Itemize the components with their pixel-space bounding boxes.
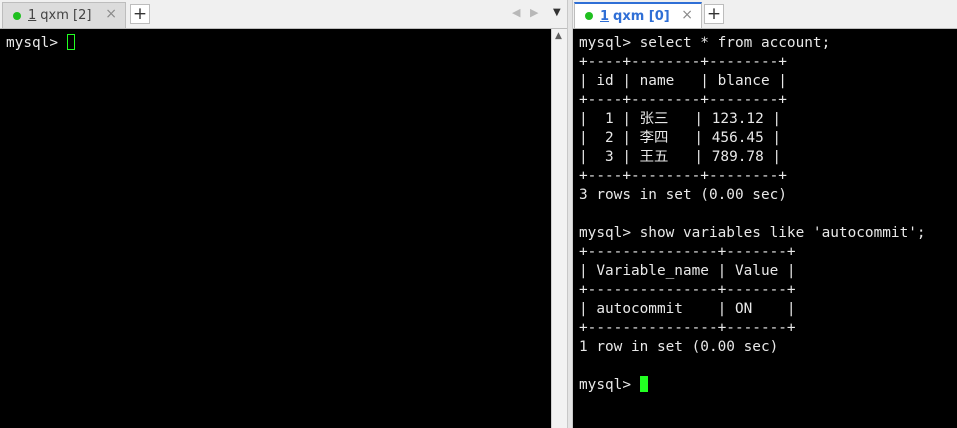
right-terminal-text: mysql> select * from account; +----+----…: [579, 34, 926, 395]
add-tab-button[interactable]: +: [130, 4, 150, 24]
tab-title: qxm [0]: [613, 8, 670, 24]
right-terminal-pane[interactable]: 1 qxm [0] × + mysql> select * from accou…: [573, 0, 957, 428]
tab-list-dropdown-icon[interactable]: ▼: [553, 7, 561, 18]
close-tab-icon[interactable]: ×: [105, 6, 117, 22]
left-terminal-area[interactable]: mysql>: [0, 29, 567, 428]
tab-qxm-2[interactable]: 1 qxm [2] ×: [2, 2, 126, 28]
terminal-cursor: [639, 376, 648, 392]
previous-tab-icon[interactable]: ◀: [512, 6, 520, 19]
tab-title: qxm [2]: [40, 8, 92, 23]
tab-qxm-0[interactable]: 1 qxm [0] ×: [574, 2, 702, 28]
terminal-output: mysql> select * from account; +----+----…: [579, 35, 926, 355]
tab-number: 1: [28, 8, 37, 23]
left-scrollbar[interactable]: ▲: [551, 29, 567, 428]
mysql-prompt: mysql>: [6, 35, 67, 51]
scroll-up-icon[interactable]: ▲: [555, 31, 562, 41]
terminal-cursor: [66, 34, 75, 50]
next-tab-icon[interactable]: ▶: [530, 6, 538, 19]
right-terminal-area[interactable]: mysql> select * from account; +----+----…: [573, 29, 957, 428]
right-tab-bar: 1 qxm [0] × +: [573, 0, 957, 29]
left-terminal-text: mysql>: [6, 34, 75, 53]
left-terminal-pane[interactable]: 1 qxm [2] × + ◀ ▶ ▼ mysql> ▲: [0, 0, 567, 428]
tab-number: 1: [600, 8, 610, 24]
connection-status-icon: [13, 11, 21, 20]
mysql-prompt: mysql>: [579, 377, 640, 393]
close-tab-icon[interactable]: ×: [681, 7, 693, 23]
add-tab-button[interactable]: +: [704, 4, 724, 24]
left-tab-bar: 1 qxm [2] × + ◀ ▶ ▼: [0, 0, 567, 29]
connection-status-icon: [585, 12, 593, 20]
